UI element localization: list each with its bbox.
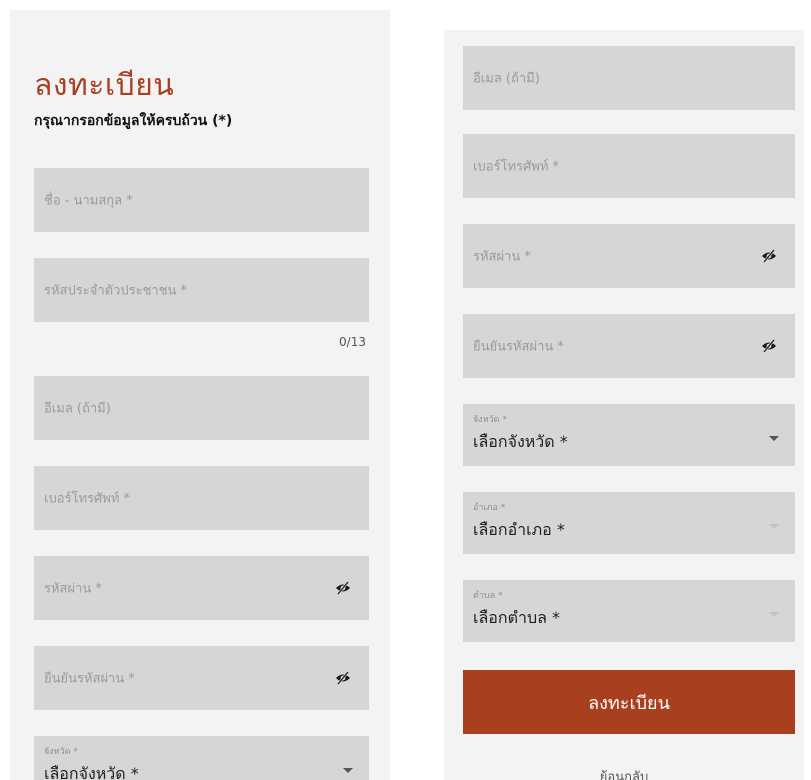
subdistrict-select-value: เลือกตำบล * xyxy=(473,608,560,627)
registration-form-top-view: ลงทะเบียน กรุณากรอกข้อมูลให้ครบถ้วน (*) … xyxy=(10,10,390,780)
province-select[interactable]: จังหวัด * เลือกจังหวัด * xyxy=(34,736,369,780)
eye-slash-icon[interactable] xyxy=(335,581,351,595)
province-select[interactable]: จังหวัด * เลือกจังหวัด * xyxy=(463,404,795,466)
password-field[interactable]: รหัสผ่าน * xyxy=(463,224,795,288)
eye-slash-icon[interactable] xyxy=(761,249,777,263)
citizen-id-placeholder: รหัสประจำตัวประชาชน * xyxy=(44,283,188,299)
citizen-id-counter: 0/13 xyxy=(339,335,366,349)
page-title: ลงทะเบียน xyxy=(34,68,175,103)
caret-down-icon xyxy=(343,768,353,773)
phone-field[interactable]: เบอร์โทรศัพท์ * xyxy=(463,134,795,198)
province-select-label: จังหวัด * xyxy=(44,747,78,757)
password-placeholder: รหัสผ่าน * xyxy=(473,249,531,265)
district-select-label: อำเภอ * xyxy=(473,503,506,513)
district-select-value: เลือกอำเภอ * xyxy=(473,520,565,539)
subdistrict-select-label: ตำบล * xyxy=(473,591,503,601)
email-field[interactable]: อีเมล (ถ้ามี) xyxy=(463,46,795,110)
fullname-placeholder: ชื่อ - นามสกุล * xyxy=(44,193,133,209)
form-instruction: กรุณากรอกข้อมูลให้ครบถ้วน (*) xyxy=(34,113,233,129)
password-placeholder: รหัสผ่าน * xyxy=(44,581,102,597)
registration-form-bottom-view: อีเมล (ถ้ามี) เบอร์โทรศัพท์ * รหัสผ่าน *… xyxy=(444,30,804,780)
caret-down-icon xyxy=(769,612,779,617)
email-placeholder: อีเมล (ถ้ามี) xyxy=(44,401,111,417)
province-select-value: เลือกจังหวัด * xyxy=(44,764,139,780)
phone-placeholder: เบอร์โทรศัพท์ * xyxy=(473,159,560,175)
password-field[interactable]: รหัสผ่าน * xyxy=(34,556,369,620)
confirm-password-placeholder: ยืนยันรหัสผ่าน * xyxy=(44,671,135,687)
citizen-id-field[interactable]: รหัสประจำตัวประชาชน * xyxy=(34,258,369,322)
register-button[interactable]: ลงทะเบียน xyxy=(463,670,795,734)
province-select-value: เลือกจังหวัด * xyxy=(473,432,568,451)
email-placeholder: อีเมล (ถ้ามี) xyxy=(473,71,540,87)
phone-placeholder: เบอร์โทรศัพท์ * xyxy=(44,491,131,507)
confirm-password-field[interactable]: ยืนยันรหัสผ่าน * xyxy=(463,314,795,378)
email-field[interactable]: อีเมล (ถ้ามี) xyxy=(34,376,369,440)
eye-slash-icon[interactable] xyxy=(335,671,351,685)
confirm-password-field[interactable]: ยืนยันรหัสผ่าน * xyxy=(34,646,369,710)
subdistrict-select[interactable]: ตำบล * เลือกตำบล * xyxy=(463,580,795,642)
caret-down-icon xyxy=(769,436,779,441)
caret-down-icon xyxy=(769,524,779,529)
fullname-field[interactable]: ชื่อ - นามสกุล * xyxy=(34,168,369,232)
eye-slash-icon[interactable] xyxy=(761,339,777,353)
back-link[interactable]: ย้อนกลับ xyxy=(444,766,804,780)
phone-field[interactable]: เบอร์โทรศัพท์ * xyxy=(34,466,369,530)
confirm-password-placeholder: ยืนยันรหัสผ่าน * xyxy=(473,339,564,355)
province-select-label: จังหวัด * xyxy=(473,415,507,425)
district-select[interactable]: อำเภอ * เลือกอำเภอ * xyxy=(463,492,795,554)
